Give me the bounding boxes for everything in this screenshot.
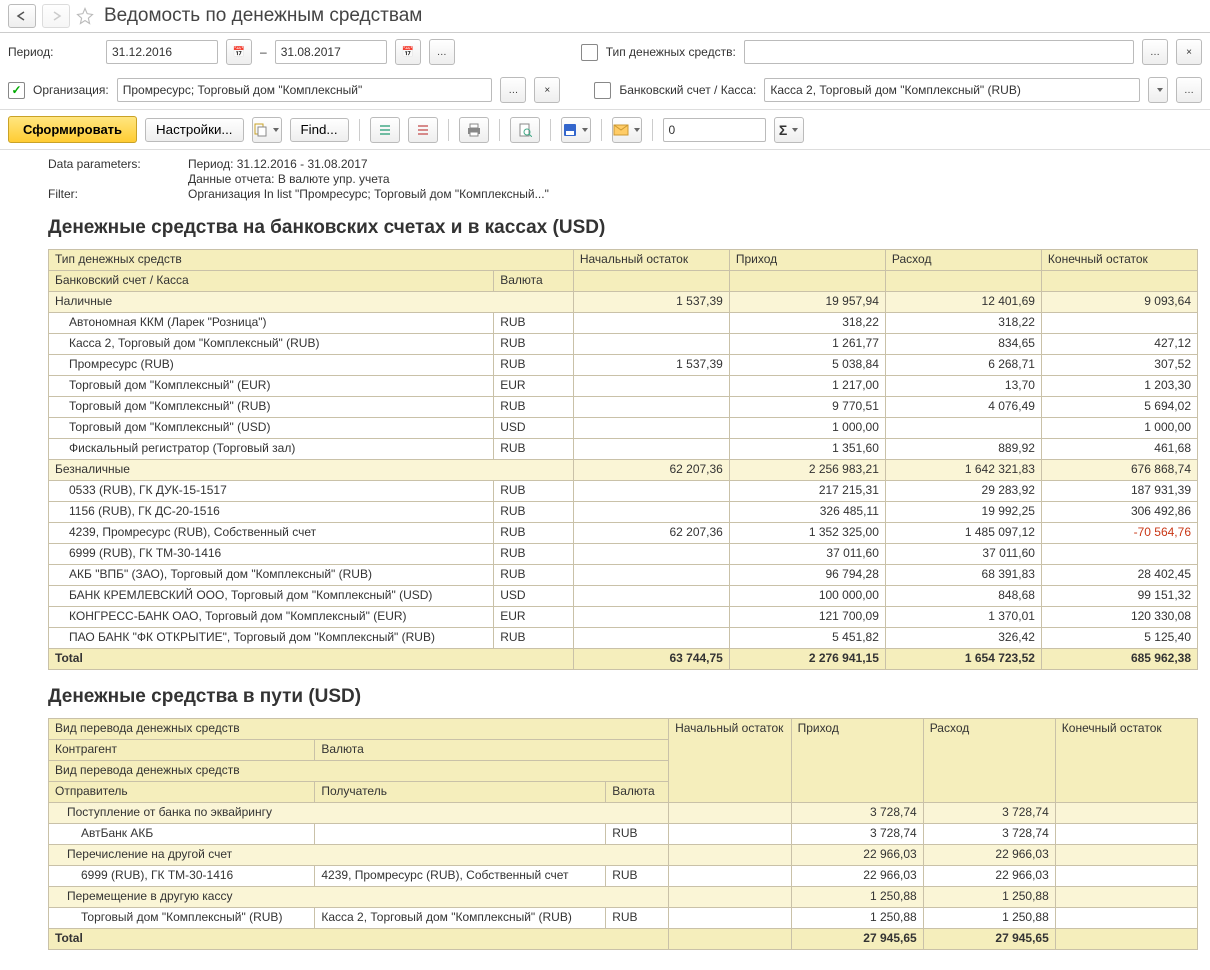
save-button[interactable] <box>561 117 591 143</box>
collapse-button[interactable] <box>408 117 438 143</box>
table-row[interactable]: Торговый дом "Комплексный" (RUB)RUB9 770… <box>49 397 1198 418</box>
params-line: Период: 31.12.2016 - 31.08.2017 <box>188 157 368 171</box>
table-row[interactable]: 0533 (RUB), ГК ДУК-15-1517RUB217 215,312… <box>49 481 1198 502</box>
date-to-input[interactable]: 31.08.2017 <box>275 40 387 64</box>
section2-table: Вид перевода денежных средствНачальный о… <box>48 718 1198 950</box>
preview-button[interactable] <box>510 117 540 143</box>
table-row[interactable]: 6999 (RUB), ГК ТМ-30-14164239, Промресур… <box>49 866 1198 887</box>
table-row[interactable]: ПАО БАНК "ФК ОТКРЫТИЕ", Торговый дом "Ко… <box>49 628 1198 649</box>
org-checkbox[interactable] <box>8 82 25 99</box>
calendar-icon[interactable]: 📅 <box>226 39 252 65</box>
table-row[interactable]: Торговый дом "Комплексный" (EUR)EUR1 217… <box>49 376 1198 397</box>
bank-label: Банковский счет / Касса: <box>619 83 756 97</box>
money-type-checkbox[interactable] <box>581 44 598 61</box>
settings-button[interactable]: Настройки... <box>145 118 243 142</box>
table-row[interactable]: АКБ "ВПБ" (ЗАО), Торговый дом "Комплексн… <box>49 565 1198 586</box>
table-row[interactable]: 4239, Промресурс (RUB), Собственный счет… <box>49 523 1198 544</box>
table-row[interactable]: КОНГРЕСС-БАНК ОАО, Торговый дом "Комплек… <box>49 607 1198 628</box>
table-row[interactable]: Поступление от банка по эквайрингу3 728,… <box>49 803 1198 824</box>
bank-dropdown-button[interactable] <box>1148 77 1168 103</box>
dash: – <box>260 45 267 59</box>
table-row[interactable]: Торговый дом "Комплексный" (USD)USD1 000… <box>49 418 1198 439</box>
table-row[interactable]: 1156 (RUB), ГК ДС-20-1516RUB326 485,1119… <box>49 502 1198 523</box>
expand-button[interactable] <box>370 117 400 143</box>
calendar-icon[interactable]: 📅 <box>395 39 421 65</box>
find-button[interactable]: Find... <box>290 118 349 142</box>
back-button[interactable] <box>8 4 36 28</box>
money-type-label: Тип денежных средств: <box>606 45 736 59</box>
period-label: Период: <box>8 45 98 59</box>
money-type-select-button[interactable]: … <box>1142 39 1168 65</box>
period-select-button[interactable]: … <box>429 39 455 65</box>
generate-button[interactable]: Сформировать <box>8 116 137 143</box>
params-label: Data parameters: <box>48 157 168 171</box>
filter-value: Организация In list "Промресурс; Торговы… <box>188 187 549 201</box>
org-clear-button[interactable]: × <box>534 77 560 103</box>
forward-button[interactable] <box>42 4 70 28</box>
section1-table: Тип денежных средствНачальный остатокПри… <box>48 249 1198 670</box>
params-line: Данные отчета: В валюте упр. учета <box>188 172 390 186</box>
num-input[interactable]: 0 <box>663 118 766 142</box>
table-row[interactable]: Перемещение в другую кассу1 250,881 250,… <box>49 887 1198 908</box>
table-row[interactable]: Автономная ККМ (Ларек "Розница")RUB318,2… <box>49 313 1198 334</box>
org-select-button[interactable]: … <box>500 77 526 103</box>
money-type-clear-button[interactable]: × <box>1176 39 1202 65</box>
section2-title: Денежные средства в пути (USD) <box>48 686 1202 708</box>
org-input[interactable]: Промресурс; Торговый дом "Комплексный" <box>117 78 493 102</box>
org-label: Организация: <box>33 83 109 97</box>
table-row[interactable]: Наличные1 537,3919 957,9412 401,699 093,… <box>49 292 1198 313</box>
bank-select-button[interactable]: … <box>1176 77 1202 103</box>
bank-checkbox[interactable] <box>594 82 611 99</box>
page-title: Ведомость по денежным средствам <box>104 5 422 27</box>
table-row[interactable]: Торговый дом "Комплексный" (RUB)Касса 2,… <box>49 908 1198 929</box>
table-row[interactable]: БАНК КРЕМЛЕВСКИЙ ООО, Торговый дом "Комп… <box>49 586 1198 607</box>
filter-label: Filter: <box>48 187 168 201</box>
print-button[interactable] <box>459 117 489 143</box>
section1-title: Денежные средства на банковских счетах и… <box>48 217 1202 239</box>
email-button[interactable] <box>612 117 642 143</box>
money-type-input[interactable] <box>744 40 1134 64</box>
table-row[interactable]: Промресурс (RUB)RUB1 537,395 038,846 268… <box>49 355 1198 376</box>
table-row[interactable]: Безналичные62 207,362 256 983,211 642 32… <box>49 460 1198 481</box>
star-icon[interactable] <box>76 7 94 25</box>
table-row[interactable]: Фискальный регистратор (Торговый зал)RUB… <box>49 439 1198 460</box>
variants-button[interactable] <box>252 117 282 143</box>
table-row[interactable]: Перечисление на другой счет22 966,0322 9… <box>49 845 1198 866</box>
table-row[interactable]: 6999 (RUB), ГК ТМ-30-1416RUB37 011,6037 … <box>49 544 1198 565</box>
table-row[interactable]: АвтБанк АКБRUB3 728,743 728,74 <box>49 824 1198 845</box>
sum-button[interactable]: Σ <box>774 117 804 143</box>
table-row[interactable]: Касса 2, Торговый дом "Комплексный" (RUB… <box>49 334 1198 355</box>
bank-input[interactable]: Касса 2, Торговый дом "Комплексный" (RUB… <box>764 78 1140 102</box>
date-from-input[interactable]: 31.12.2016 <box>106 40 218 64</box>
